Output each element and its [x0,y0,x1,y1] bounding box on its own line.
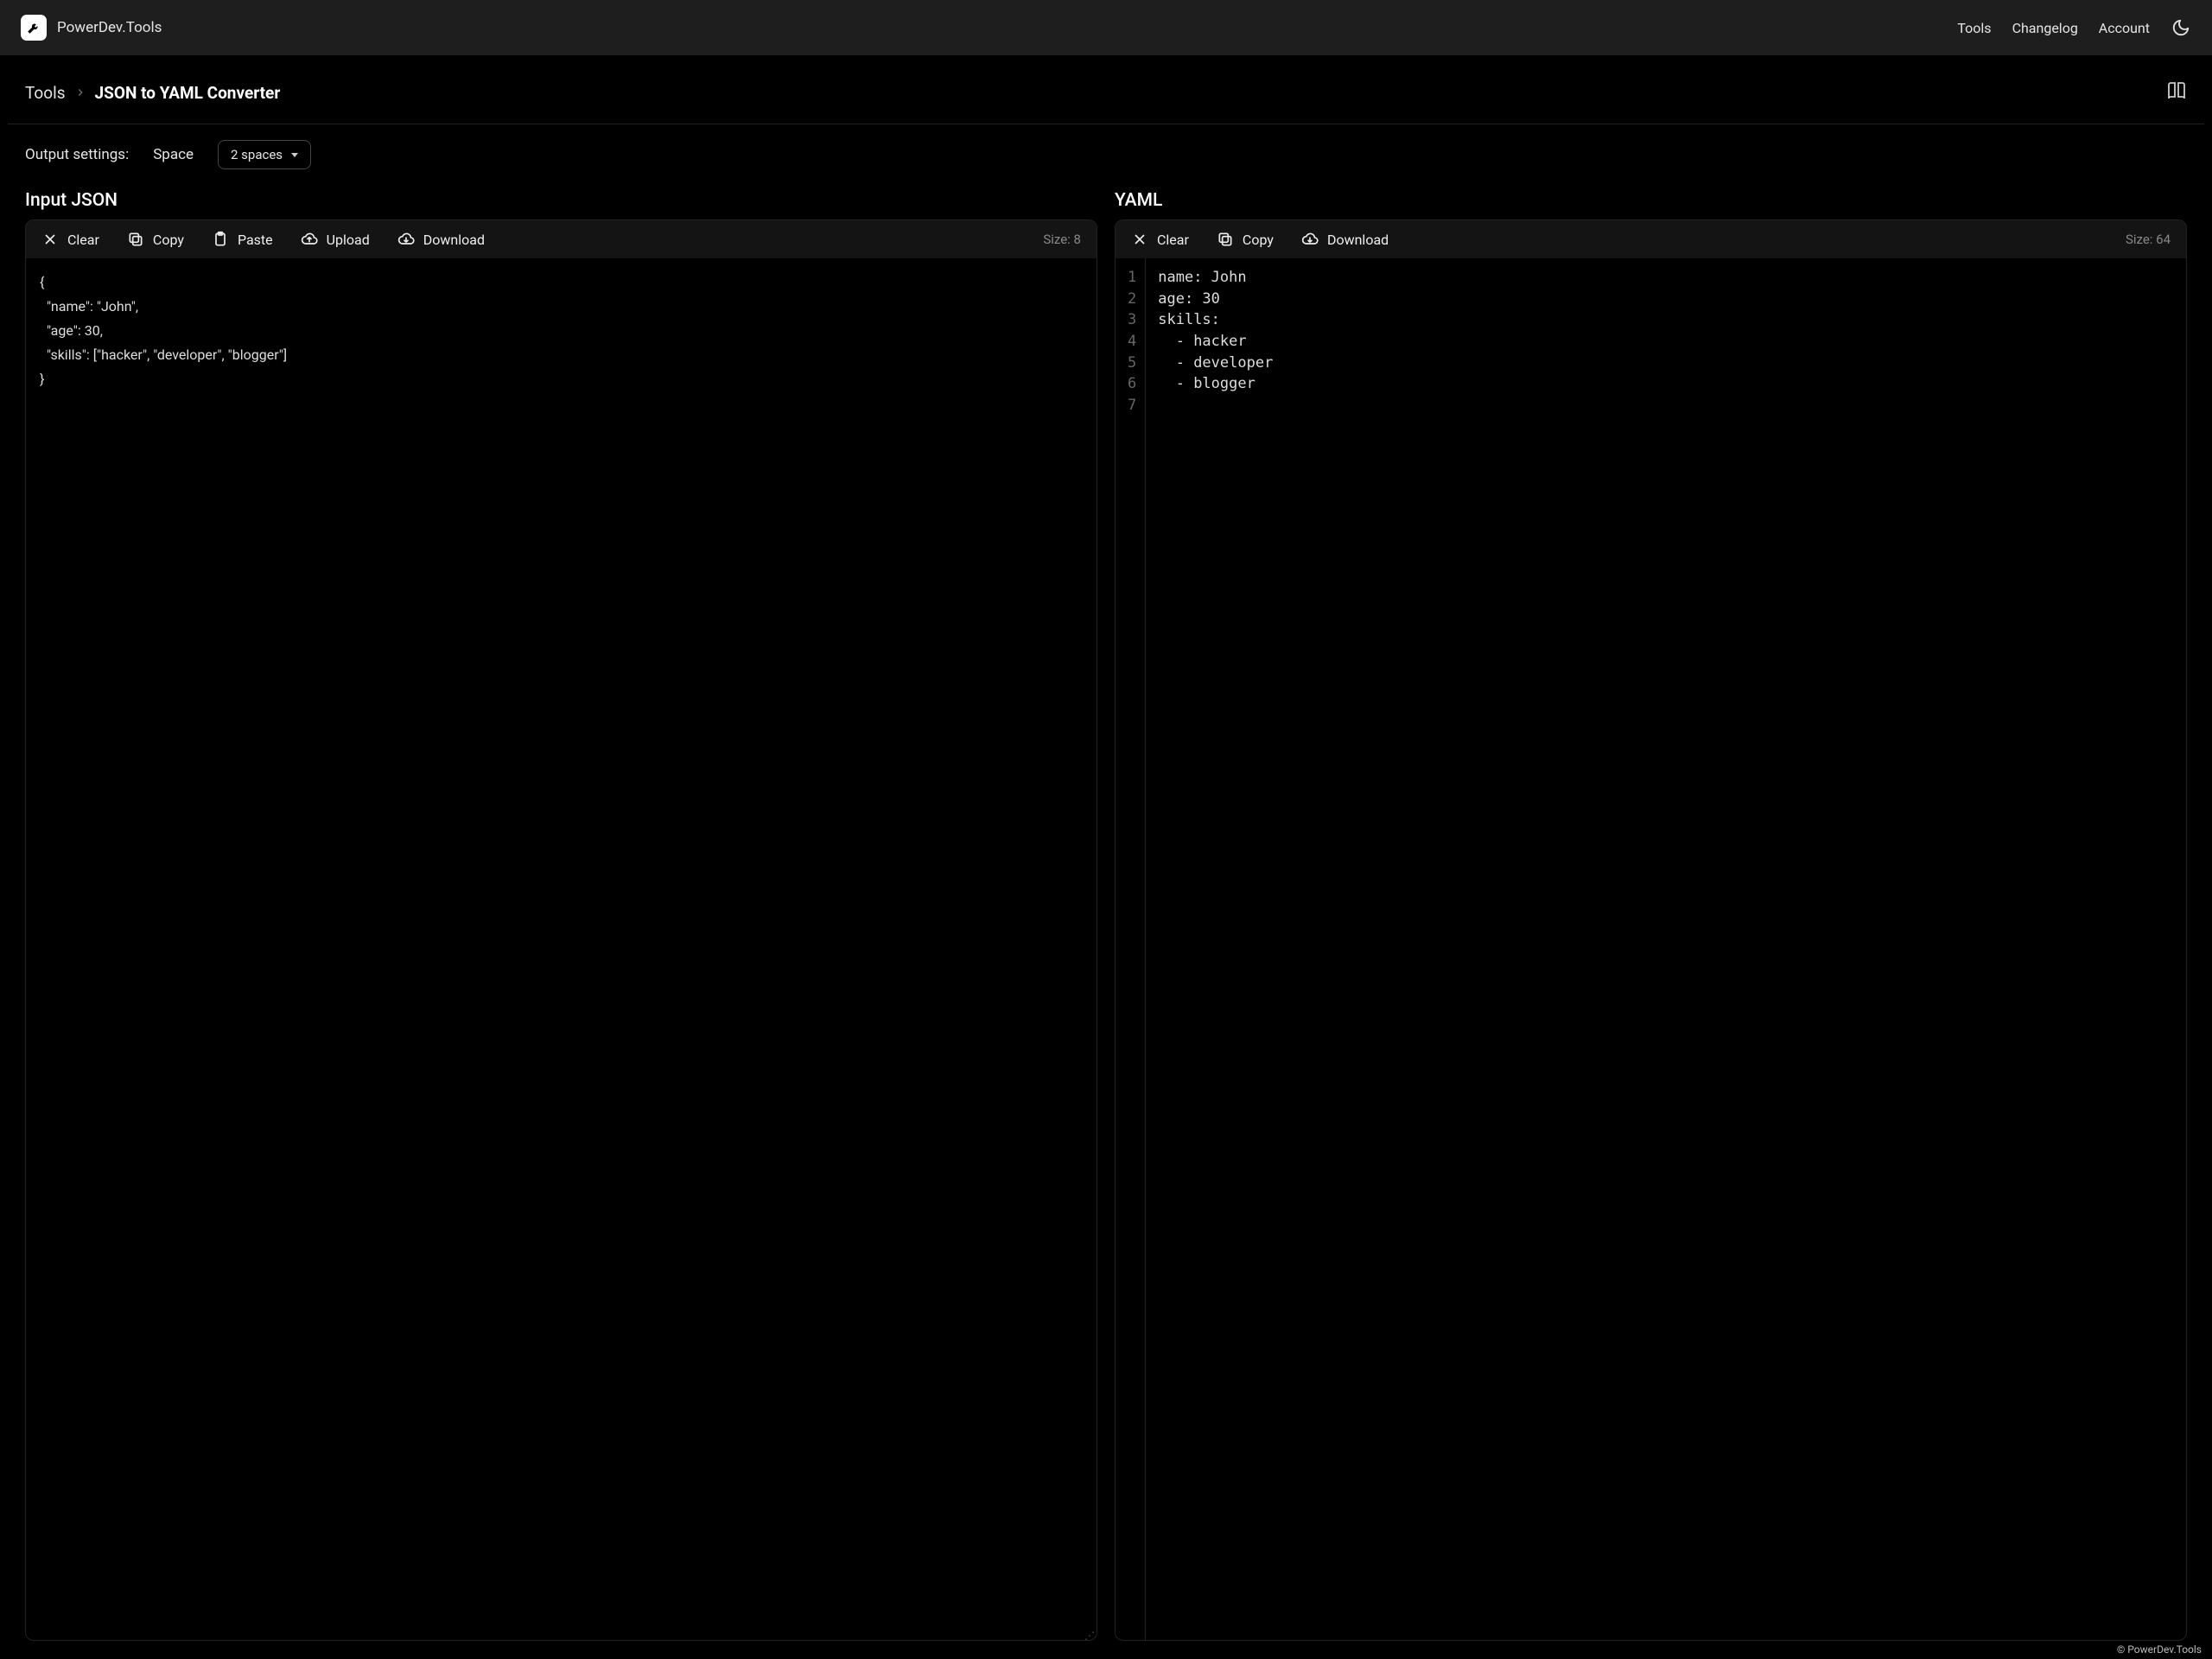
output-toolbar: Clear Copy Download Size: 64 [1116,220,2186,258]
upload-button[interactable]: Upload [301,231,370,248]
breadcrumb-row: Tools JSON to YAML Converter [8,56,2204,124]
clear-button[interactable]: Clear [41,231,99,248]
close-icon [41,231,59,248]
nav-account[interactable]: Account [2099,20,2150,36]
footer-copyright: © PowerDev.Tools [2117,1643,2202,1656]
space-label: Space [153,146,194,163]
moon-icon [2171,18,2190,37]
paste-button[interactable]: Paste [212,231,273,248]
brand[interactable]: PowerDev.Tools [21,15,162,41]
topbar: PowerDev.Tools Tools Changelog Account [0,0,2212,55]
book-icon [2169,83,2184,99]
download-button[interactable]: Download [1301,231,1389,248]
yaml-output[interactable]: 1 2 3 4 5 6 7 name: John age: 30 skills:… [1116,258,2186,1640]
nav-changelog[interactable]: Changelog [2012,20,2078,36]
download-icon [397,231,415,248]
space-value: 2 spaces [231,147,283,162]
download-button[interactable]: Download [397,231,485,248]
download-icon [1301,231,1319,248]
docs-button[interactable] [2166,80,2187,105]
copy-button[interactable]: Copy [1217,231,1274,248]
settings-label: Output settings: [25,146,129,163]
nav: Tools Changelog Account [1957,17,2191,38]
output-title: YAML [1115,190,2187,211]
upload-icon [301,231,318,248]
nav-tools[interactable]: Tools [1957,20,1991,36]
copy-icon [1217,231,1234,248]
breadcrumb-parent[interactable]: Tools [25,83,66,103]
breadcrumb-current: JSON to YAML Converter [95,83,281,103]
input-panel: Input JSON Clear Copy Paste [25,185,1097,1641]
input-size: Size: 8 [1043,232,1081,247]
yaml-code: name: John age: 30 skills: - hacker - de… [1146,258,1285,1640]
resize-handle-icon: ⋰ [1084,1633,1095,1638]
theme-toggle[interactable] [2171,17,2191,38]
paste-icon [212,231,229,248]
brand-name: PowerDev.Tools [57,19,162,36]
breadcrumb: Tools JSON to YAML Converter [25,83,280,103]
line-gutter: 1 2 3 4 5 6 7 [1116,258,1146,1640]
chevron-right-icon [74,86,86,99]
input-toolbar: Clear Copy Paste Upload [26,220,1096,258]
json-input[interactable]: { "name": "John", "age": 30, "skills": [… [26,258,1096,1640]
output-size: Size: 64 [2126,232,2171,247]
input-title: Input JSON [25,190,1097,211]
output-panel: YAML Clear Copy Download [1115,185,2187,1641]
copy-button[interactable]: Copy [127,231,184,248]
wrench-icon [21,15,47,41]
output-settings: Output settings: Space 2 spaces [8,124,2204,175]
space-dropdown[interactable]: 2 spaces [218,140,311,169]
clear-button[interactable]: Clear [1131,231,1189,248]
chevron-down-icon [291,153,298,157]
copy-icon [127,231,144,248]
close-icon [1131,231,1148,248]
